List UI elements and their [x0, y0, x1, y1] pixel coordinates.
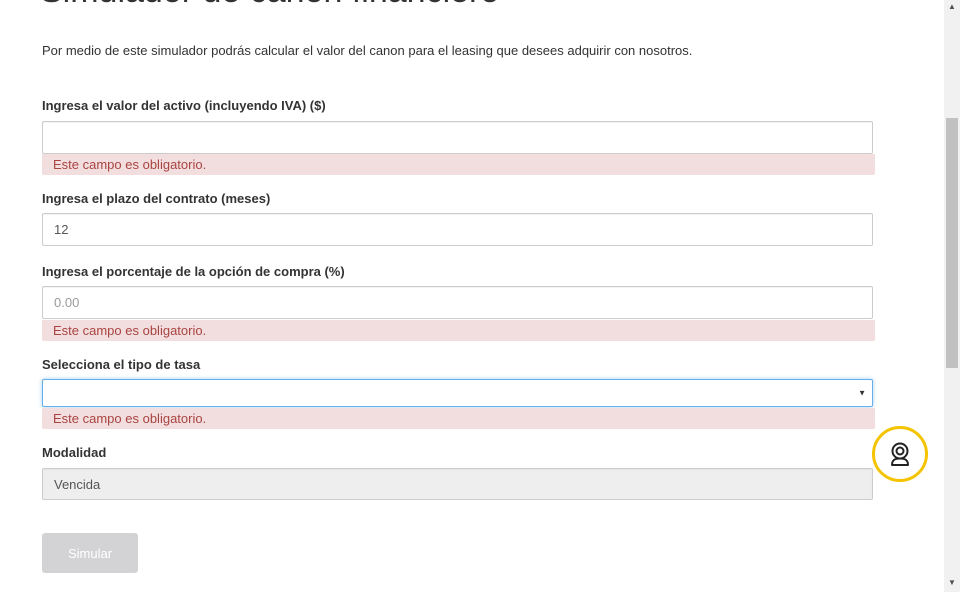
modalidad-label: Modalidad: [42, 445, 107, 460]
valor-activo-label: Ingresa el valor del activo (incluyendo …: [42, 98, 326, 113]
tipo-tasa-error: Este campo es obligatorio.: [42, 408, 875, 429]
scrollbar-thumb[interactable]: [946, 118, 958, 368]
plazo-input[interactable]: 12: [42, 213, 873, 246]
chat-support-icon: [891, 442, 909, 466]
chat-support-button[interactable]: [872, 426, 928, 482]
intro-text: Por medio de este simulador podrás calcu…: [42, 43, 693, 58]
simular-button[interactable]: Simular: [42, 533, 138, 573]
valor-activo-error: Este campo es obligatorio.: [42, 154, 875, 175]
simulator-page: Simulador de canon financiero Por medio …: [0, 0, 944, 592]
tipo-tasa-label: Selecciona el tipo de tasa: [42, 357, 201, 372]
opcion-compra-error: Este campo es obligatorio.: [42, 320, 875, 341]
page-title: Simulador de canon financiero: [40, 0, 499, 11]
modalidad-input: Vencida: [42, 468, 873, 500]
plazo-label: Ingresa el plazo del contrato (meses): [42, 191, 271, 206]
scroll-up-arrow-icon[interactable]: ▲: [947, 2, 957, 11]
tipo-tasa-select[interactable]: ▼: [42, 379, 873, 407]
page-scrollbar[interactable]: ▲ ▼: [944, 0, 960, 592]
opcion-compra-input[interactable]: 0.00: [42, 286, 873, 319]
opcion-compra-label: Ingresa el porcentaje de la opción de co…: [42, 264, 345, 279]
valor-activo-input[interactable]: [42, 121, 873, 154]
caret-down-icon: ▼: [858, 388, 866, 398]
scroll-down-arrow-icon[interactable]: ▼: [947, 578, 957, 587]
